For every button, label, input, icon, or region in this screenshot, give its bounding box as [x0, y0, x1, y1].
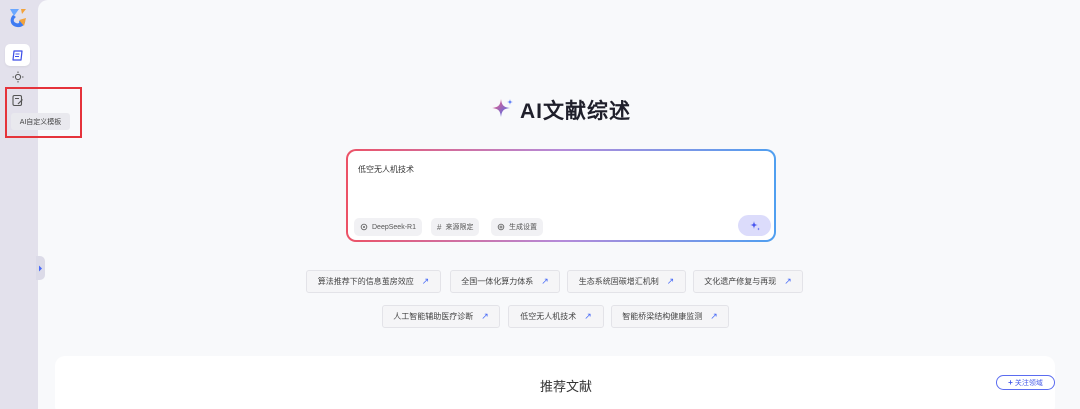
- recommended-title: 推荐文献: [540, 379, 593, 394]
- arrow-up-right-icon: ↗: [666, 276, 675, 286]
- search-box: DeepSeek-R1 # 来源限定 生成设置: [346, 149, 776, 242]
- sidebar-collapse-toggle[interactable]: [36, 256, 45, 280]
- document-icon: [12, 49, 23, 61]
- suggestion-label: 人工智能辅助医疗诊断: [393, 312, 474, 321]
- suggestion-label: 生态系统固碳增汇机制: [578, 277, 659, 286]
- source-limit-chip[interactable]: # 来源限定: [431, 218, 480, 236]
- sidebar-item-literature-review[interactable]: [5, 44, 30, 66]
- arrow-up-right-icon: ↗: [784, 276, 792, 286]
- sparkle-icon: [749, 220, 760, 230]
- suggestion-chip[interactable]: 文化遗产修复与再现 ↗: [693, 270, 803, 293]
- suggestion-label: 算法推荐下的信息茧房效应: [317, 277, 414, 286]
- tooltip-custom-template: AI自定义模板: [11, 113, 70, 130]
- arrow-up-right-icon: ↗: [421, 276, 430, 286]
- sparkle-icon: [492, 99, 513, 117]
- suggestion-label: 智能桥梁结构健康监测: [622, 312, 703, 321]
- suggestion-chip[interactable]: 人工智能辅助医疗诊断 ↗: [382, 305, 500, 328]
- app-logo-icon[interactable]: [7, 6, 29, 30]
- sun-icon: [12, 71, 23, 83]
- topic-input[interactable]: [358, 161, 758, 177]
- follow-field-label: 关注领域: [1014, 379, 1043, 387]
- sidebar: [0, 0, 36, 409]
- arrow-up-right-icon: ↗: [710, 311, 718, 321]
- suggestion-chip[interactable]: 全国一体化算力体系 ↗: [450, 270, 560, 293]
- plus-icon: +: [1008, 378, 1013, 387]
- model-selector-chip[interactable]: DeepSeek-R1: [354, 218, 422, 236]
- hash-icon: #: [437, 222, 442, 232]
- suggestion-chip[interactable]: 智能桥梁结构健康监测 ↗: [611, 305, 729, 328]
- sidebar-item-theme[interactable]: [5, 66, 30, 88]
- page-title-text: AI文献综述: [520, 100, 631, 123]
- arrow-up-right-icon: ↗: [584, 311, 592, 321]
- source-limit-label: 来源限定: [445, 224, 474, 231]
- arrow-up-right-icon: ↗: [541, 276, 549, 286]
- follow-field-button[interactable]: + 关注领域: [996, 375, 1055, 390]
- chevron-right-icon: [39, 265, 42, 271]
- gear-icon: [360, 223, 368, 231]
- suggestion-label: 全国一体化算力体系: [461, 277, 534, 286]
- arrow-up-right-icon: ↗: [481, 311, 489, 321]
- suggestion-label: 低空无人机技术: [520, 312, 577, 321]
- model-selector-label: DeepSeek-R1: [372, 223, 416, 231]
- generate-button[interactable]: [738, 215, 771, 236]
- page-title: AI文献综述: [490, 96, 631, 124]
- generate-settings-label: 生成设置: [509, 224, 537, 231]
- settings-icon: [497, 223, 505, 231]
- suggestion-label: 文化遗产修复与再现: [704, 277, 777, 286]
- suggestion-chip[interactable]: 低空无人机技术 ↗: [508, 305, 604, 328]
- suggestion-chip[interactable]: 生态系统固碳增汇机制 ↗: [567, 270, 686, 293]
- generate-settings-chip[interactable]: 生成设置: [491, 218, 543, 236]
- suggestion-chip[interactable]: 算法推荐下的信息茧房效应 ↗: [306, 270, 441, 293]
